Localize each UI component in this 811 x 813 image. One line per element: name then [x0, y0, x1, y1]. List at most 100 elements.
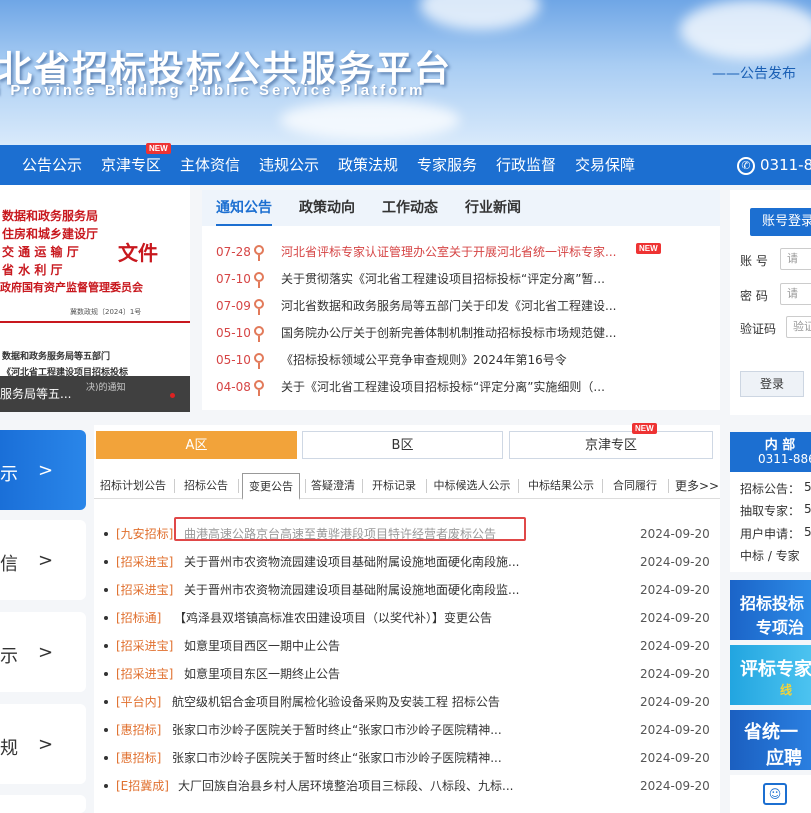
nav-item-violations[interactable]: 违规公示	[259, 145, 319, 185]
subtab-change-notice[interactable]: 变更公告	[242, 473, 300, 500]
subtab-bid-plan[interactable]: 招标计划公告	[98, 473, 168, 499]
announcement-row[interactable]: [招标通] 【鸡泽县双塔镇高标准农田建设项目（以奖代补）】变更公告 2024-0…	[94, 604, 720, 632]
tab-notices[interactable]: 通知公告	[216, 190, 272, 226]
news-title[interactable]: 河北省数据和政务服务局等五部门关于印发《河北省工程建设...	[281, 293, 626, 319]
news-item[interactable]: 05-10 国务院办公厅关于创新完善体制机制推动招标投标市场规范健...	[202, 320, 720, 346]
nav-item-experts[interactable]: 专家服务	[417, 145, 477, 185]
announcement-source-tag: [平台内]	[116, 695, 162, 709]
service-card[interactable]: ☺	[730, 775, 811, 813]
announcement-source-tag: [惠招标]	[116, 723, 162, 737]
subtab-opening-record[interactable]: 开标记录	[368, 473, 420, 499]
subtab-contract[interactable]: 合同履行	[610, 473, 660, 499]
tab-zone-beijing-tianjin[interactable]: 京津专区	[509, 431, 713, 459]
cloud-decoration	[680, 0, 811, 60]
news-title[interactable]: 关于贯彻落实《河北省工程建设项目招标投标“评定分离”暂...	[281, 266, 626, 292]
banner-subtitle: 应聘	[766, 748, 802, 769]
side-tile-violations[interactable]: 示 >	[0, 612, 86, 692]
news-item[interactable]: 05-10 《招标投标领域公平竞争审查规则》2024年第16号令	[202, 347, 720, 373]
news-title[interactable]: 《招标投标领域公平竞争审查规则》2024年第16号令	[281, 347, 626, 373]
news-date: 07-28	[216, 245, 251, 259]
news-date: 05-10	[216, 353, 251, 367]
nav-item-guarantee[interactable]: 交易保障	[575, 145, 635, 185]
side-tile-announcements[interactable]: 示 >	[0, 430, 86, 510]
carousel-caption[interactable]: 服务局等五... 决)的通知	[0, 376, 190, 412]
announcement-title[interactable]: 航空级机铝合金项目附属检化验设备采购及安装工程 招标公告	[172, 688, 532, 716]
bullet-icon	[104, 588, 108, 592]
announcement-title[interactable]: 关于晋州市农资物流园建设项目基础附属设施地面硬化南段施...	[184, 548, 534, 576]
announcement-row[interactable]: [招采进宝] 关于晋州市农资物流园建设项目基础附属设施地面硬化南段施... 20…	[94, 548, 720, 576]
banner-expert-recruit[interactable]: 评标专家 线	[730, 645, 811, 705]
subtab-more-link[interactable]: 更多>>	[674, 473, 720, 499]
subtab-candidate-notice[interactable]: 中标候选人公示	[432, 473, 512, 499]
announcement-title[interactable]: 张家口市沙岭子医院关于暂时终止“张家口市沙岭子医院精神...	[172, 744, 532, 772]
cloud-decoration	[280, 100, 460, 140]
news-title[interactable]: 国务院办公厅关于创新完善体制机制推动招标投标市场规范健...	[281, 320, 626, 346]
announcement-title[interactable]: 张家口市沙岭子医院关于暂时终止“张家口市沙岭子医院精神...	[172, 716, 532, 744]
news-title[interactable]: 河北省评标专家认证管理办公室关于开展河北省统一评标专家...	[281, 239, 626, 265]
tab-policy-trends[interactable]: 政策动向	[299, 190, 355, 226]
announcement-panel: A区 B区 京津专区 NEW 招标计划公告 招标公告 变更公告 答疑澄清 开标记…	[94, 423, 720, 813]
stat-value: 5	[804, 525, 811, 539]
doc-issuer-line: 省 水 利 厅	[2, 263, 63, 277]
announcement-source-tag: [招标通]	[116, 611, 162, 625]
side-tile-credit[interactable]: 信 >	[0, 520, 86, 600]
announcement-row[interactable]: [招采进宝] 如意里项目西区一期中止公告 2024-09-20	[94, 632, 720, 660]
announcement-row[interactable]: [九安招标] 曲港高速公路京台高速至黄骅港段项目特许经营者废标公告 2024-0…	[94, 520, 720, 548]
banner-unified-expert[interactable]: 省统一 应聘	[730, 710, 811, 770]
tab-industry-news[interactable]: 行业新闻	[465, 190, 521, 226]
subtab-result-notice[interactable]: 中标结果公示	[526, 473, 596, 499]
announcement-title[interactable]: 【鸡泽县双塔镇高标准农田建设项目（以奖代补）】变更公告	[174, 604, 534, 632]
announcement-title[interactable]: 关于晋州市农资物流园建设项目基础附属设施地面硬化南段监...	[184, 576, 534, 604]
announcement-date: 2024-09-20	[640, 527, 710, 541]
announcement-date: 2024-09-20	[640, 611, 710, 625]
side-tile-policy[interactable]: 规 >	[0, 704, 86, 784]
banner-title: 评标专家	[740, 659, 811, 680]
announcement-row[interactable]: [招采进宝] 关于晋州市农资物流园建设项目基础附属设施地面硬化南段监... 20…	[94, 576, 720, 604]
site-header: 北省招标投标公共服务平台 i Province Bidding Public S…	[0, 0, 811, 145]
tab-zone-a[interactable]: A区	[96, 431, 297, 459]
captcha-input[interactable]: 验证	[786, 316, 811, 338]
announcement-row[interactable]: [惠招标] 张家口市沙岭子医院关于暂时终止“张家口市沙岭子医院精神... 202…	[94, 744, 720, 772]
new-badge: NEW	[632, 423, 657, 434]
tab-zone-b[interactable]: B区	[302, 431, 503, 459]
announcement-row[interactable]: [平台内] 航空级机铝合金项目附属检化验设备采购及安装工程 招标公告 2024-…	[94, 688, 720, 716]
subtab-divider	[238, 479, 239, 493]
main-nav: 公告公示 京津专区 NEW 主体资信 违规公示 政策法规 专家服务 行政监督 交…	[0, 143, 811, 185]
news-item[interactable]: 07-28 河北省评标专家认证管理办公室关于开展河北省统一评标专家... NEW	[202, 239, 720, 265]
announcement-title[interactable]: 曲港高速公路京台高速至黄骅港段项目特许经营者废标公告	[184, 520, 524, 548]
stat-label: 用户申请：	[740, 527, 801, 541]
news-date: 05-10	[216, 326, 251, 340]
nav-item-policy[interactable]: 政策法规	[338, 145, 398, 185]
announcement-title[interactable]: 如意里项目东区一期终止公告	[184, 660, 534, 688]
announcement-source-tag: [招采进宝]	[116, 555, 174, 569]
carousel-indicator[interactable]	[170, 393, 175, 398]
news-date: 07-09	[216, 299, 251, 313]
tab-work-news[interactable]: 工作动态	[382, 190, 438, 226]
announcement-date: 2024-09-20	[640, 583, 710, 597]
nav-item-supervision[interactable]: 行政监督	[496, 145, 556, 185]
news-item[interactable]: 04-08 关于《河北省工程建设项目招标投标“评定分离”实施细则（...	[202, 374, 720, 400]
bullet-icon	[104, 784, 108, 788]
account-input[interactable]: 请	[780, 248, 811, 270]
announcement-row[interactable]: [招采进宝] 如意里项目东区一期终止公告 2024-09-20	[94, 660, 720, 688]
news-item[interactable]: 07-10 关于贯彻落实《河北省工程建设项目招标投标“评定分离”暂...	[202, 266, 720, 292]
account-login-tab[interactable]: 账号登录	[750, 208, 811, 236]
announcement-row[interactable]: [惠招标] 张家口市沙岭子医院关于暂时终止“张家口市沙岭子医院精神... 202…	[94, 716, 720, 744]
pin-icon	[254, 245, 264, 261]
news-title[interactable]: 关于《河北省工程建设项目招标投标“评定分离”实施细则（...	[281, 374, 626, 400]
banner-special-governance[interactable]: 招标投标 专项治	[730, 580, 811, 640]
subtab-divider	[518, 479, 519, 493]
side-tile-more[interactable]	[0, 795, 86, 813]
password-input[interactable]: 请	[780, 283, 811, 305]
announcement-title[interactable]: 大厂回族自治县乡村人居环境整治项目三标段、八标段、九标...	[178, 772, 528, 800]
announcement-title[interactable]: 如意里项目西区一期中止公告	[184, 632, 534, 660]
announcement-row[interactable]: [E招冀成] 大厂回族自治县乡村人居环境整治项目三标段、八标段、九标... 20…	[94, 772, 720, 800]
news-item[interactable]: 07-09 河北省数据和政务服务局等五部门关于印发《河北省工程建设...	[202, 293, 720, 319]
nav-item-credit[interactable]: 主体资信	[180, 145, 240, 185]
login-button[interactable]: 登录	[740, 371, 804, 397]
chevron-right-icon: >	[38, 734, 54, 755]
subtab-clarification[interactable]: 答疑澄清	[308, 473, 358, 499]
subtab-bid-notice[interactable]: 招标公告	[180, 473, 232, 499]
nav-item-announcements[interactable]: 公告公示	[22, 145, 82, 185]
cloud-decoration	[420, 0, 540, 30]
